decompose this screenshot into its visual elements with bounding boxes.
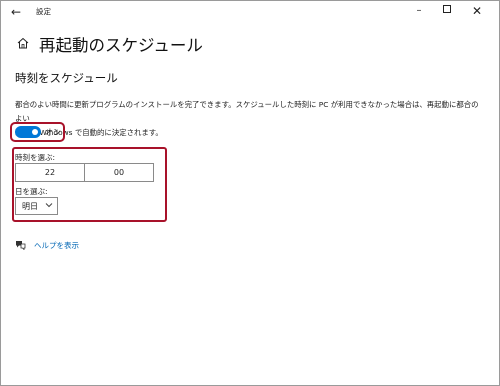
schedule-toggle[interactable] xyxy=(15,126,41,138)
section-description: 都合のよい時間に更新プログラムのインストールを完了できます。スケジュールした時刻… xyxy=(15,98,485,140)
toggle-state-label: オン xyxy=(45,128,61,137)
help-link[interactable]: ヘルプを表示 xyxy=(34,240,79,251)
description-line-2: 時刻が Windows で自動的に決定されます。 xyxy=(15,128,163,137)
close-button[interactable]: ✕ xyxy=(463,1,491,23)
page-title: 再起動のスケジュール xyxy=(39,36,203,55)
minimize-button[interactable]: – xyxy=(405,1,433,23)
day-picker-label: 日を選ぶ: xyxy=(15,187,48,196)
help-chat-icon xyxy=(16,241,26,250)
description-line-1: 都合のよい時間に更新プログラムのインストールを完了できます。スケジュールした時刻… xyxy=(15,100,479,123)
home-icon[interactable] xyxy=(17,37,29,49)
day-selected-value: 明日 xyxy=(22,202,38,211)
title-bar: ← 設定 – ✕ xyxy=(1,1,499,23)
window-title: 設定 xyxy=(36,7,51,16)
section-title: 時刻をスケジュール xyxy=(15,71,118,85)
hour-field[interactable]: 22 xyxy=(16,164,84,181)
toggle-knob xyxy=(32,129,38,135)
minute-field[interactable]: 00 xyxy=(84,164,153,181)
maximize-icon xyxy=(443,5,451,13)
chevron-down-icon xyxy=(45,203,53,208)
time-picker[interactable]: 22 00 xyxy=(15,163,154,182)
day-select-dropdown[interactable]: 明日 xyxy=(15,197,58,215)
time-picker-label: 時刻を選ぶ: xyxy=(15,153,56,162)
settings-window: ← 設定 – ✕ 再起動のスケジュール 時刻をスケジュール 都合のよい時間に更新… xyxy=(0,0,500,386)
maximize-button[interactable] xyxy=(433,1,461,23)
back-arrow-icon[interactable]: ← xyxy=(7,4,25,20)
